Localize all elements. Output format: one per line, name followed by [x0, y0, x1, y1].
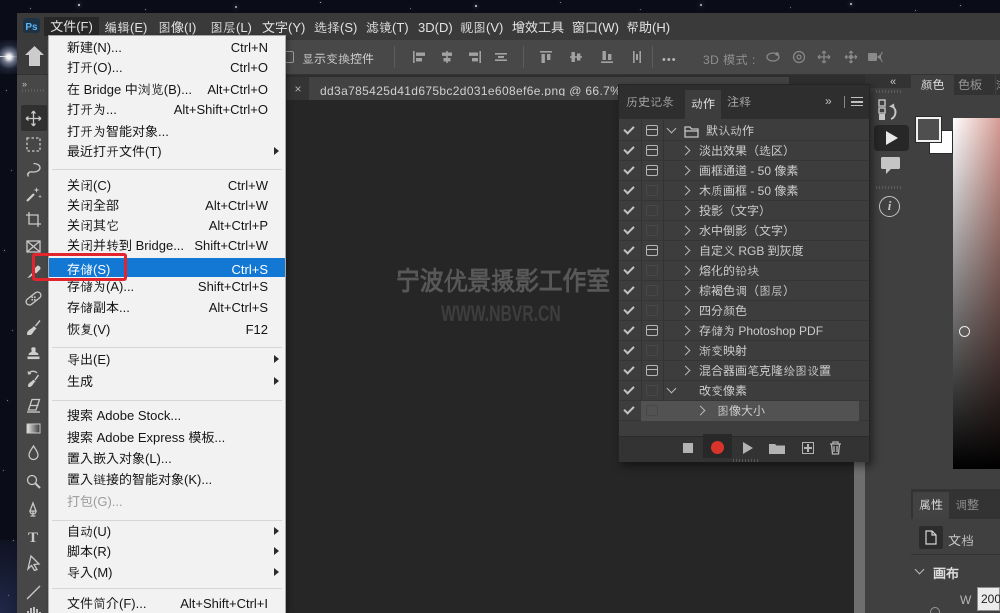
- svg-text:T: T: [28, 530, 38, 545]
